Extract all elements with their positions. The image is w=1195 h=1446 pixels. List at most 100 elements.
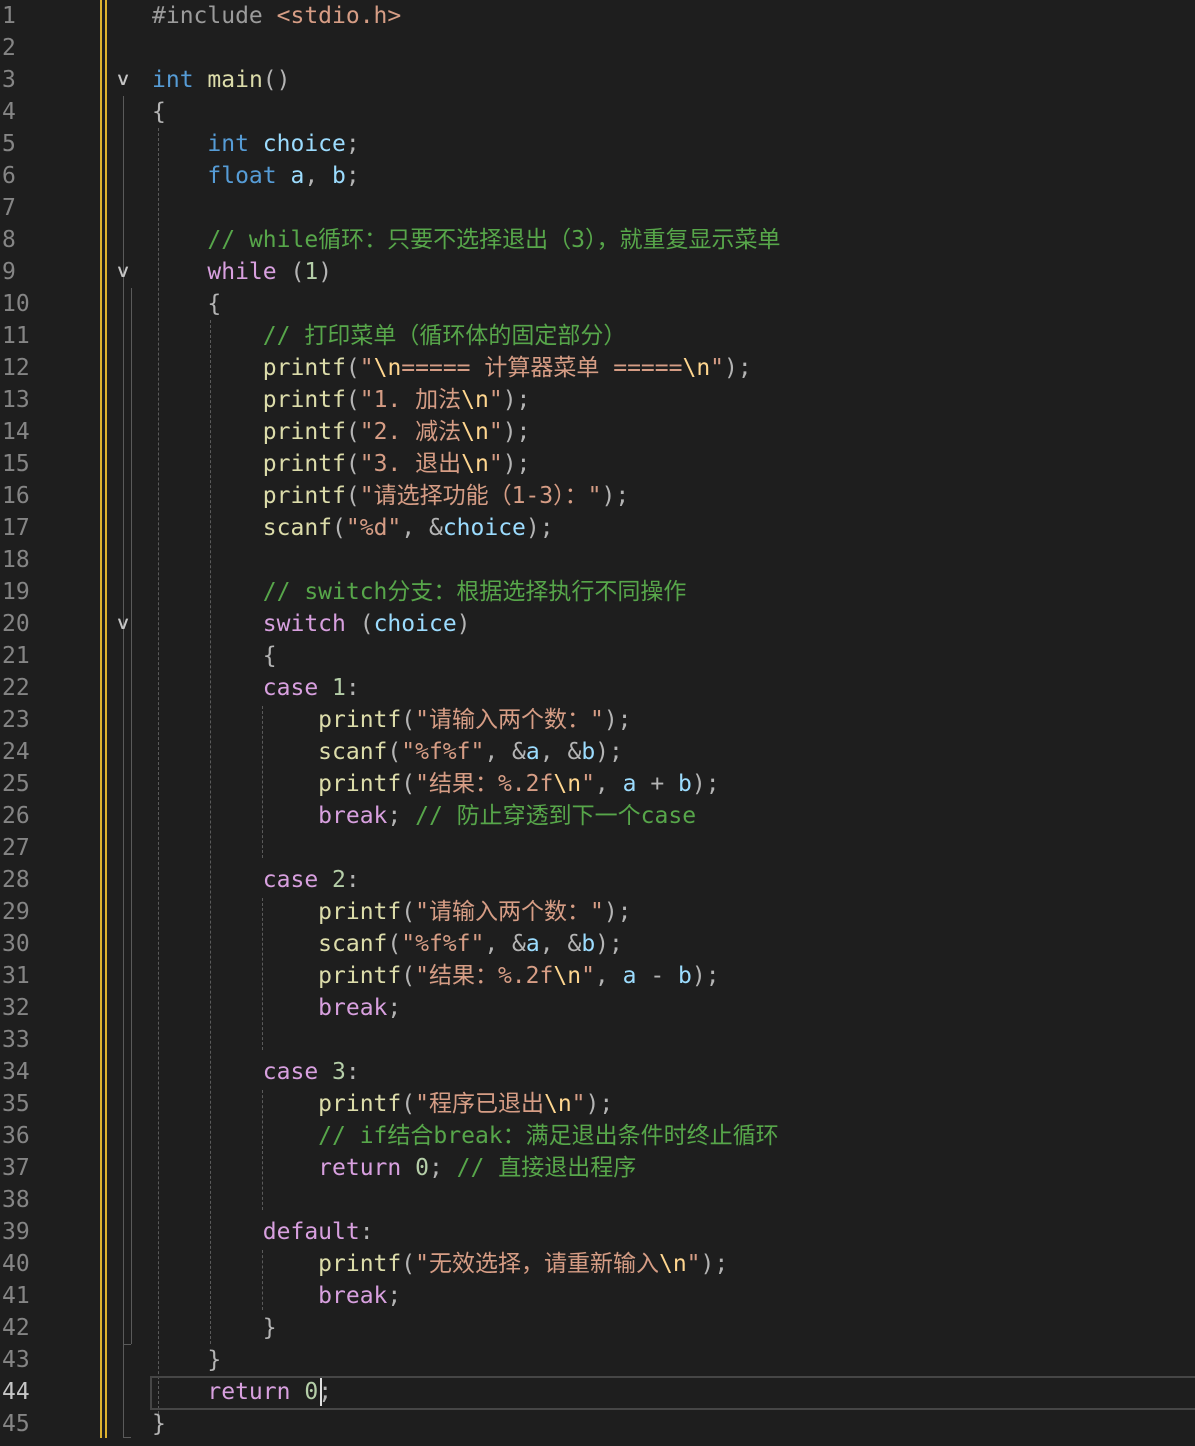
code-line[interactable]: 37 return 0; // 直接退出程序 xyxy=(0,1152,1195,1184)
code-text[interactable]: printf("\n===== 计算器菜单 =====\n"); xyxy=(152,352,752,384)
code-line[interactable]: 30 scanf("%f%f", &a, &b); xyxy=(0,928,1195,960)
code-line[interactable]: 39 default: xyxy=(0,1216,1195,1248)
code-line[interactable]: 22 case 1: xyxy=(0,672,1195,704)
code-text[interactable]: printf("1. 加法\n"); xyxy=(152,384,531,416)
code-text[interactable]: // if结合break：满足退出条件时终止循环 xyxy=(152,1120,778,1152)
code-line[interactable]: 44 return 0; xyxy=(0,1376,1195,1408)
code-line[interactable]: 24 scanf("%f%f", &a, &b); xyxy=(0,736,1195,768)
code-token: ( xyxy=(401,963,416,989)
code-text[interactable]: printf("请输入两个数："); xyxy=(152,896,631,928)
line-number: 5 xyxy=(2,131,16,157)
code-text[interactable]: switch (choice) xyxy=(152,608,471,640)
code-line[interactable]: 35 printf("程序已退出\n"); xyxy=(0,1088,1195,1120)
code-line[interactable]: 43 } xyxy=(0,1344,1195,1376)
code-text[interactable]: default: xyxy=(152,1216,374,1248)
code-line[interactable]: 11 // 打印菜单（循环体的固定部分） xyxy=(0,320,1195,352)
code-text[interactable]: break; // 防止穿透到下一个case xyxy=(152,800,696,832)
code-line[interactable]: 19 // switch分支：根据选择执行不同操作 xyxy=(0,576,1195,608)
code-text[interactable]: { xyxy=(152,640,277,672)
code-text[interactable]: printf("2. 减法\n"); xyxy=(152,416,531,448)
code-line[interactable]: 6 float a, b; xyxy=(0,160,1195,192)
code-line[interactable]: 4{ xyxy=(0,96,1195,128)
code-text[interactable]: } xyxy=(152,1312,277,1344)
code-line[interactable]: 41 break; xyxy=(0,1280,1195,1312)
code-line[interactable]: 15 printf("3. 退出\n"); xyxy=(0,448,1195,480)
code-text[interactable]: // while循环：只要不选择退出（3），就重复显示菜单 xyxy=(152,224,780,256)
line-number: 36 xyxy=(2,1123,30,1149)
code-line[interactable]: 32 break; xyxy=(0,992,1195,1024)
code-text[interactable]: case 3: xyxy=(152,1056,360,1088)
code-line[interactable]: 28 case 2: xyxy=(0,864,1195,896)
code-text[interactable]: printf("结果：%.2f\n", a - b); xyxy=(152,960,719,992)
code-text[interactable]: break; xyxy=(152,992,401,1024)
code-text[interactable]: case 1: xyxy=(152,672,360,704)
code-line[interactable]: 3 int main() xyxy=(0,64,1195,96)
code-text[interactable]: #include <stdio.h> xyxy=(152,0,401,32)
code-line[interactable]: 36 // if结合break：满足退出条件时终止循环 xyxy=(0,1120,1195,1152)
code-line[interactable]: 20 switch (choice) xyxy=(0,608,1195,640)
code-token: printf xyxy=(152,1251,402,1277)
code-token: printf xyxy=(152,1091,402,1117)
code-line[interactable]: 21 { xyxy=(0,640,1195,672)
code-token: ; xyxy=(345,131,360,157)
code-line[interactable]: 40 printf("无效选择，请重新输入\n"); xyxy=(0,1248,1195,1280)
code-text[interactable]: } xyxy=(152,1344,221,1376)
code-line[interactable]: 26 break; // 防止穿透到下一个case xyxy=(0,800,1195,832)
chevron-down-icon[interactable]: ∨ xyxy=(109,256,138,288)
code-line[interactable]: 29 printf("请输入两个数："); xyxy=(0,896,1195,928)
code-text[interactable]: while (1) xyxy=(152,256,332,288)
code-text[interactable]: int choice; xyxy=(152,128,360,160)
code-line[interactable]: 5 int choice; xyxy=(0,128,1195,160)
code-line[interactable]: 16 printf("请选择功能（1-3）："); xyxy=(0,480,1195,512)
code-line[interactable]: 17 scanf("%d", &choice); xyxy=(0,512,1195,544)
code-token: "%f%f" xyxy=(401,739,485,765)
code-text[interactable]: } xyxy=(152,1408,166,1440)
code-line[interactable]: 18 xyxy=(0,544,1195,576)
code-line[interactable]: 33 xyxy=(0,1024,1195,1056)
code-line[interactable]: 8 // while循环：只要不选择退出（3），就重复显示菜单 xyxy=(0,224,1195,256)
code-line[interactable]: 38 xyxy=(0,1184,1195,1216)
code-token: ); xyxy=(601,483,630,509)
code-text[interactable]: // 打印菜单（循环体的固定部分） xyxy=(152,320,627,352)
code-line[interactable]: 31 printf("结果：%.2f\n", a - b); xyxy=(0,960,1195,992)
code-text[interactable]: printf("无效选择，请重新输入\n"); xyxy=(152,1248,728,1280)
code-text[interactable]: break; xyxy=(152,1280,401,1312)
code-line[interactable]: 13 printf("1. 加法\n"); xyxy=(0,384,1195,416)
code-token: b xyxy=(678,771,692,797)
code-text[interactable]: return 0; // 直接退出程序 xyxy=(152,1152,636,1184)
code-text[interactable]: printf("3. 退出\n"); xyxy=(152,448,531,480)
code-line[interactable]: 25 printf("结果：%.2f\n", a + b); xyxy=(0,768,1195,800)
code-text[interactable]: printf("请输入两个数："); xyxy=(152,704,631,736)
code-line[interactable]: 14 printf("2. 减法\n"); xyxy=(0,416,1195,448)
code-text[interactable]: scanf("%f%f", &a, &b); xyxy=(152,736,623,768)
code-token: choice xyxy=(262,131,346,157)
code-line[interactable]: 7 xyxy=(0,192,1195,224)
code-line[interactable]: 23 printf("请输入两个数："); xyxy=(0,704,1195,736)
code-line[interactable]: 9 while (1) xyxy=(0,256,1195,288)
code-token: ; xyxy=(387,1283,402,1309)
line-number: 14 xyxy=(2,419,30,445)
code-line[interactable]: 45} xyxy=(0,1408,1195,1440)
code-text[interactable]: scanf("%d", &choice); xyxy=(152,512,554,544)
code-line[interactable]: 1 #include <stdio.h> xyxy=(0,0,1195,32)
code-line[interactable]: 27 xyxy=(0,832,1195,864)
code-text[interactable]: int main() xyxy=(152,64,291,96)
code-line[interactable]: 12 printf("\n===== 计算器菜单 =====\n"); xyxy=(0,352,1195,384)
code-line[interactable]: 42 } xyxy=(0,1312,1195,1344)
chevron-down-icon[interactable]: ∨ xyxy=(109,64,138,96)
code-text[interactable]: { xyxy=(152,96,166,128)
code-text[interactable]: printf("结果：%.2f\n", a + b); xyxy=(152,768,719,800)
code-text[interactable]: float a, b; xyxy=(152,160,359,192)
code-line[interactable]: 2 xyxy=(0,32,1195,64)
code-editor[interactable]: 1 #include <stdio.h> 2 3 int main() 4{5 int c… xyxy=(0,0,1195,1446)
code-text[interactable]: // switch分支：根据选择执行不同操作 xyxy=(152,576,687,608)
code-text[interactable]: printf("请选择功能（1-3）："); xyxy=(152,480,629,512)
code-text[interactable]: scanf("%f%f", &a, &b); xyxy=(152,928,623,960)
chevron-down-icon[interactable]: ∨ xyxy=(109,608,138,640)
code-text[interactable]: printf("程序已退出\n"); xyxy=(152,1088,613,1120)
code-line[interactable]: 10 { xyxy=(0,288,1195,320)
code-text[interactable]: case 2: xyxy=(152,864,360,896)
code-text[interactable]: { xyxy=(152,288,221,320)
code-line[interactable]: 34 case 3: xyxy=(0,1056,1195,1088)
code-text[interactable]: return 0; xyxy=(152,1376,332,1408)
